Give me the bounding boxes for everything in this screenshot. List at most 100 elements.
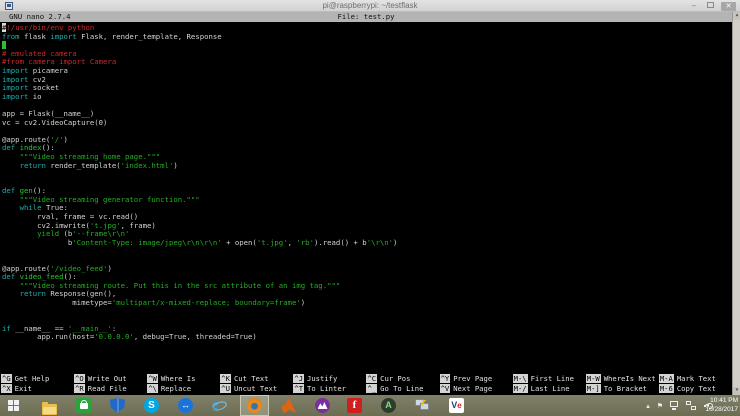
shortcut-key: ^K: [220, 374, 231, 384]
shortcut-key: ^Y: [439, 374, 451, 384]
matlab-button[interactable]: [281, 398, 296, 413]
internet-explorer-button[interactable]: e: [212, 398, 227, 413]
nano-file-label: File: test.py: [337, 12, 395, 21]
code-line: vc = cv2.VideoCapture(0): [2, 118, 397, 128]
code-line: import socket: [2, 83, 397, 93]
file-explorer-button[interactable]: [42, 398, 57, 415]
close-button[interactable]: ✕: [721, 1, 736, 11]
shortcut-label: Prev Page: [453, 374, 493, 384]
putty-window: pi@raspberrypi: ~/testflask – ✕ GNU nano…: [0, 0, 740, 395]
nano-shortcut: ^X Exit: [1, 384, 74, 394]
nano-shortcut: ^T To Linter: [293, 384, 366, 394]
shortcut-label: Where Is: [160, 374, 196, 384]
nano-shortcut: ^C Cur Pos: [366, 374, 439, 384]
nano-shortcut: ^G Get Help: [1, 374, 74, 384]
code-line: mimetype='multipart/x-mixed-replace; bou…: [2, 298, 397, 308]
shortcut-key: ^C: [366, 374, 378, 384]
start-pane: [8, 400, 13, 405]
nano-shortcut: M-/Last Line: [512, 384, 586, 394]
code-token: mimetype=: [2, 298, 112, 307]
code-token: , debug=True, threaded=True): [133, 332, 257, 342]
code-token: return: [19, 160, 46, 170]
shortcut-label: WhereIs Next: [603, 374, 656, 384]
nano-shortcut: M-] To Bracket: [585, 384, 659, 394]
start-pane: [14, 400, 19, 405]
action-center-flag-icon[interactable]: ⚑: [657, 402, 663, 410]
shortcut-key: ^J: [293, 374, 305, 384]
code-line: @app.route('/'): [2, 135, 397, 145]
nano-shortcut: ^J Justify: [293, 374, 366, 384]
code-token: io: [28, 91, 42, 101]
shortcut-label: To Linter: [307, 384, 346, 394]
shortcut-row-1: ^G Get Help ^O Write Out ^W Where Is ^K Cut Tex…: [1, 374, 732, 384]
shortcut-label: Read File: [87, 384, 127, 394]
taskbar-clock[interactable]: 10:41 PM 10/28/2017: [705, 397, 738, 414]
maximize-button[interactable]: [705, 1, 715, 11]
shortcut-key: M-]: [585, 384, 601, 394]
nano-shortcut: M-A Mark Text: [658, 374, 732, 384]
network-base: [672, 408, 676, 410]
shortcut-label: Replace: [160, 384, 192, 394]
shortcut-label: Get Help: [14, 374, 50, 384]
code-line: import io: [2, 91, 397, 102]
nano-shortcut: M-W WhereIs Next: [585, 374, 659, 384]
nano-shortcut: ^V Next Page: [439, 384, 513, 394]
window-titlebar[interactable]: pi@raspberrypi: ~/testflask – ✕: [0, 0, 740, 12]
android-studio-button[interactable]: A: [381, 398, 396, 413]
window-title: pi@raspberrypi: ~/testflask: [322, 1, 418, 10]
defender-shield-button[interactable]: [110, 398, 125, 413]
vnc-viewer-button[interactable]: Ve: [449, 398, 464, 413]
nano-shortcut: ^R Read File: [74, 384, 147, 394]
nano-shortcut: ^U Uncut Text: [220, 384, 293, 394]
shortcut-label: Next Page: [453, 384, 493, 394]
minimize-button[interactable]: –: [689, 1, 699, 11]
scroll-down-icon[interactable]: ▼: [733, 387, 740, 395]
desktop: pi@raspberrypi: ~/testflask – ✕ GNU nano…: [0, 0, 740, 416]
shortcut-key: M-W: [585, 374, 601, 384]
shortcut-label: Go To Line: [380, 384, 424, 394]
shortcut-key: ^X: [1, 384, 12, 394]
start-button[interactable]: [8, 400, 20, 411]
nano-header: GNU nano 2.7.4 File: test.py: [0, 12, 732, 22]
code-token: flask: [19, 31, 51, 41]
firefox-button[interactable]: [247, 398, 262, 413]
nano-shortcut: ^\ Replace: [147, 384, 220, 394]
windows-store-button[interactable]: [76, 398, 91, 413]
code-token: b: [2, 237, 73, 247]
code-token: 'index.html': [120, 160, 174, 170]
code-line: import picamera: [2, 66, 397, 76]
code-token: 'Content-Type: image/jpeg\r\n\r\n': [72, 237, 222, 247]
teamviewer-button[interactable]: ↔: [178, 398, 193, 413]
code-token: '\r\n': [366, 237, 394, 247]
red-f-app-button[interactable]: f: [347, 398, 362, 413]
code-token: import: [50, 31, 77, 41]
terminal[interactable]: #!/usr/bin/env python from flask import F…: [0, 22, 732, 395]
shortcut-key: ^V: [439, 384, 451, 394]
skype-button[interactable]: S: [144, 398, 159, 413]
scroll-up-icon[interactable]: ▲: [733, 12, 740, 20]
scrollbar[interactable]: ▲ ▼: [732, 12, 740, 395]
code-area[interactable]: #!/usr/bin/env python from flask import F…: [2, 23, 398, 342]
remote-devices-button[interactable]: [415, 398, 430, 413]
nano-shortcut: M-\ First Line: [512, 374, 586, 384]
shortcut-label: Copy Text: [676, 384, 716, 394]
code-token: ): [393, 237, 398, 247]
remote-session-icon[interactable]: [686, 401, 696, 410]
nano-shortcut: ^Y Prev Page: [439, 374, 513, 384]
purple-app-button[interactable]: [315, 398, 330, 413]
shortcut-key: ^G: [1, 374, 12, 384]
network-screen: [670, 401, 678, 407]
shortcut-key: ^T: [293, 384, 305, 394]
nano-shortcut: ^O Write Out: [74, 374, 147, 384]
shortcut-key: ^W: [147, 374, 158, 384]
nano-shortcut: M-6 Copy Text: [658, 384, 732, 394]
shortcut-key: M-/: [512, 384, 528, 394]
code-token: ).read() + b: [313, 237, 367, 247]
code-token: ): [300, 298, 306, 307]
network-icon[interactable]: [670, 401, 679, 410]
screen-small-icon: [691, 406, 696, 410]
screen-small-icon: [686, 401, 691, 405]
hidden-icons-caret[interactable]: ▴: [646, 402, 650, 410]
taskbar: S ↔ e f A Ve ▴ ⚑ 10:41 PM 10/28/2017: [0, 395, 740, 416]
